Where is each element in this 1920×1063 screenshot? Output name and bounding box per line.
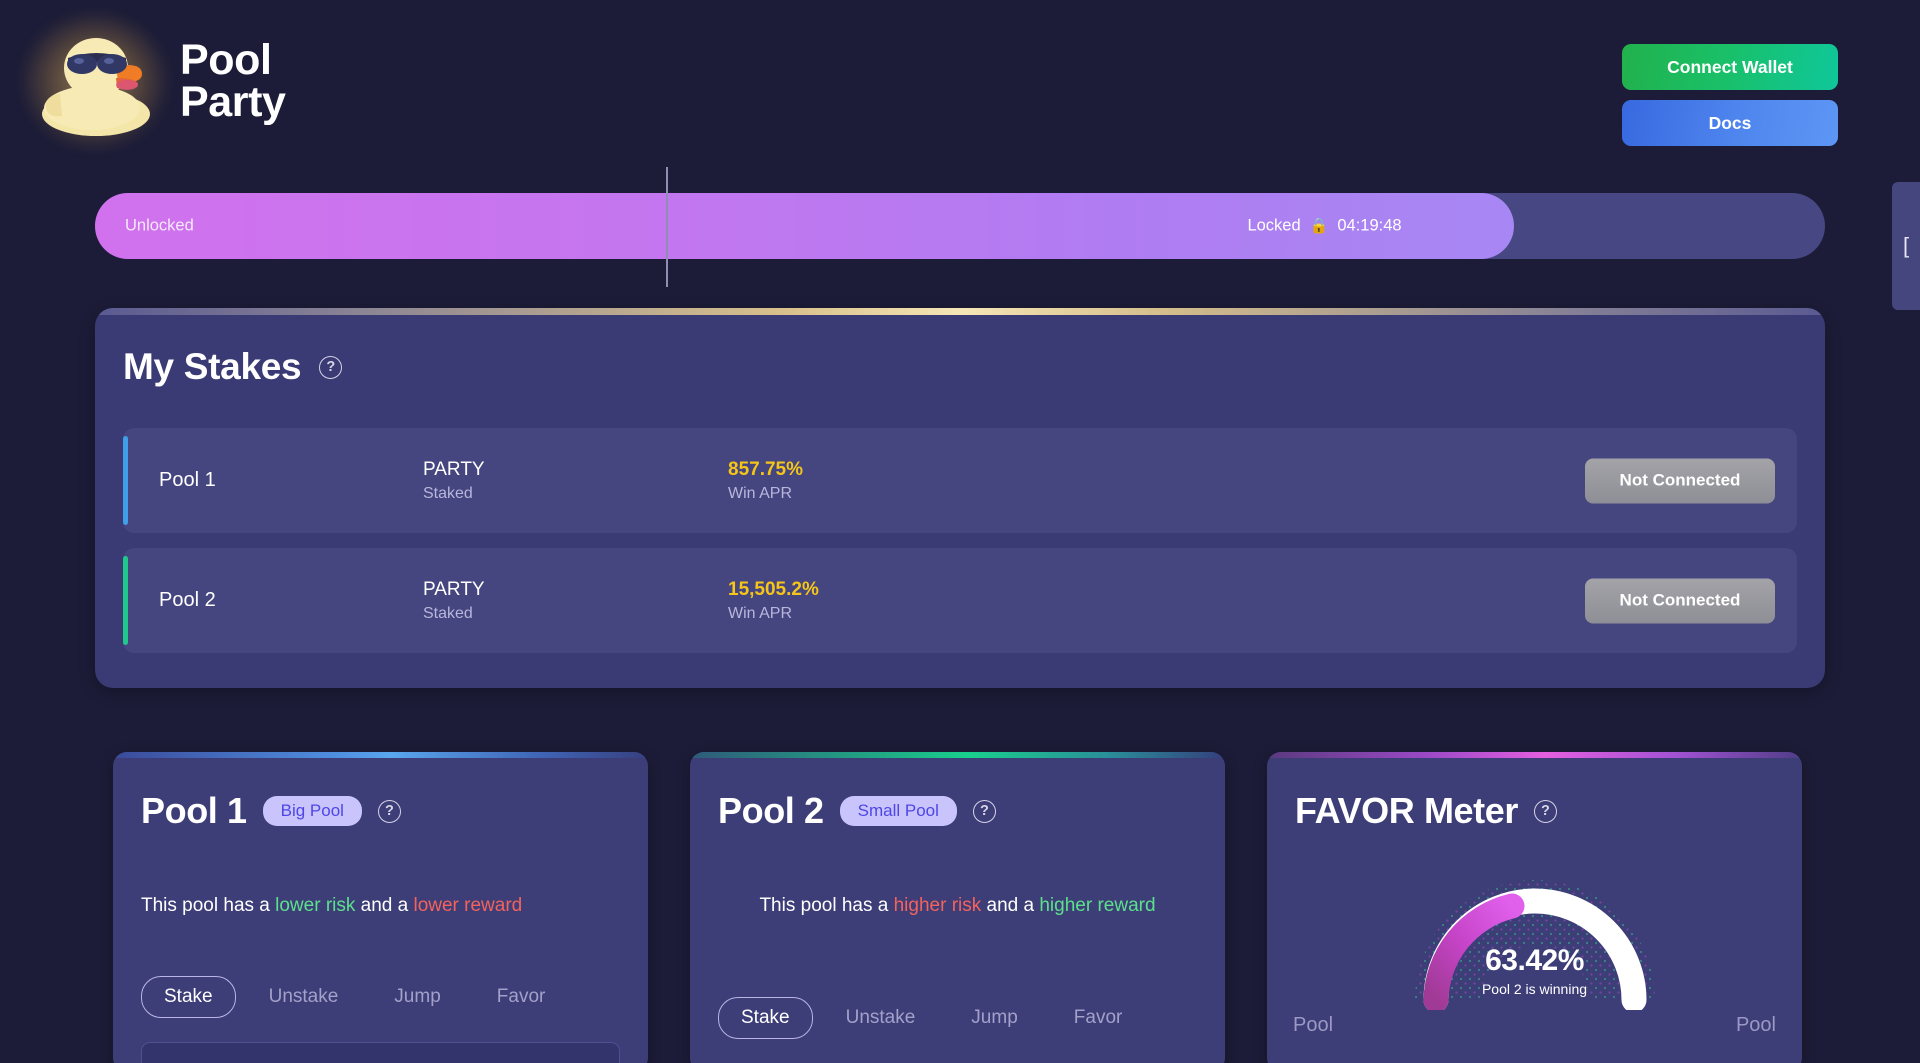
stake-token-symbol: PARTY	[423, 458, 485, 480]
header-actions: Connect Wallet Docs	[1622, 44, 1838, 146]
stake-apr-label: Win APR	[728, 604, 793, 622]
stake-token-label: Staked	[423, 484, 473, 502]
tab-favor[interactable]: Favor	[1051, 997, 1146, 1039]
favor-status-text: Pool 2 is winning	[1481, 981, 1588, 997]
table-row: Pool 2 PARTY Staked 15,505.2% Win APR Not Con…	[123, 548, 1797, 653]
pool-1-size-badge[interactable]: Big Pool	[262, 796, 362, 826]
pool-cards-row: Pool 1 Big Pool ? This pool has a lower …	[113, 752, 1802, 1063]
card-accent-strip	[690, 752, 1225, 758]
tab-unstake[interactable]: Unstake	[246, 976, 362, 1018]
docs-button[interactable]: Docs	[1622, 100, 1838, 146]
table-row: Pool 1 PARTY Staked 857.75% Win APR Not Conne…	[123, 428, 1797, 533]
stake-row-apr: 15,505.2% Win APR	[728, 579, 1033, 623]
favor-gauge-readout: 63.42% Pool 2 is winning	[1415, 944, 1655, 997]
stake-token-symbol: PARTY	[423, 578, 485, 600]
pool-1-card: Pool 1 Big Pool ? This pool has a lower …	[113, 752, 648, 1063]
brand-line-1: Pool	[180, 35, 272, 84]
countdown-timer: 04:19:48	[1337, 216, 1402, 235]
lock-bar-fill: Unlocked Locked 🔒 04:19:48	[95, 193, 1514, 259]
favor-meter-header: FAVOR Meter ?	[1295, 790, 1557, 832]
favor-label-right: Pool	[1735, 1014, 1776, 1036]
row-accent-bar	[123, 436, 128, 525]
pool-2-title: Pool 2	[718, 790, 824, 831]
lock-icon: 🔒	[1309, 217, 1329, 235]
panel-accent-strip	[95, 308, 1825, 315]
pool-2-description: This pool has a higher risk and a higher…	[718, 894, 1197, 918]
stake-apr-label: Win APR	[728, 484, 793, 502]
stake-row-token: PARTY Staked	[423, 459, 728, 503]
question-mark-circle-icon[interactable]: ?	[972, 799, 996, 823]
desc-risk: lower risk	[275, 895, 356, 916]
favor-percent-value: 63.42%	[1485, 944, 1584, 977]
desc-mid: and a	[981, 895, 1040, 916]
desc-reward: higher reward	[1039, 895, 1156, 916]
favor-meter-title: FAVOR Meter	[1295, 790, 1518, 831]
lock-bar-track: Unlocked Locked 🔒 04:19:48	[95, 193, 1825, 259]
desc-reward: lower reward	[413, 895, 523, 916]
card-accent-strip	[113, 752, 648, 758]
pool-1-title: Pool 1	[141, 790, 247, 831]
app-root: Pool Party Connect Wallet Docs Unlocked …	[0, 0, 1920, 1063]
stake-apr-value: 857.75%	[728, 458, 804, 480]
lock-progress-bar[interactable]: Unlocked Locked 🔒 04:19:48	[95, 167, 1825, 287]
tab-jump[interactable]: Jump	[948, 997, 1040, 1039]
drawer-chevron-icon: [	[1902, 233, 1910, 258]
tab-stake[interactable]: Stake	[718, 997, 813, 1039]
desc-prefix: This pool has a	[141, 895, 276, 916]
tab-unstake[interactable]: Unstake	[823, 997, 939, 1039]
logo-brand[interactable]: Pool Party	[26, 18, 286, 144]
stakes-list: Pool 1 PARTY Staked 857.75% Win APR Not Conne…	[123, 428, 1797, 653]
card-accent-strip	[1267, 752, 1802, 758]
pool-2-tabs: Stake Unstake Jump Favor	[718, 997, 1145, 1039]
stake-apr-value: 15,505.2%	[728, 578, 819, 600]
pool-2-card: Pool 2 Small Pool ? This pool has a high…	[690, 752, 1225, 1063]
question-mark-circle-icon[interactable]: ?	[1533, 799, 1557, 823]
brand-line-2: Party	[180, 78, 286, 126]
pool-1-header: Pool 1 Big Pool ?	[141, 790, 401, 832]
tab-favor[interactable]: Favor	[474, 976, 569, 1018]
brand-wordmark: Pool Party	[180, 35, 286, 126]
unlocked-label: Unlocked	[125, 216, 194, 235]
stake-row-apr: 857.75% Win APR	[728, 459, 1033, 503]
row-accent-bar	[123, 556, 128, 645]
question-mark-circle-icon[interactable]: ?	[319, 355, 343, 379]
side-drawer-handle[interactable]: [	[1892, 182, 1920, 310]
stake-row-action-button[interactable]: Not Connected	[1585, 458, 1775, 503]
stake-row-action-button[interactable]: Not Connected	[1585, 578, 1775, 623]
stake-row-token: PARTY Staked	[423, 579, 728, 623]
pool-2-header: Pool 2 Small Pool ?	[718, 790, 996, 832]
tab-stake[interactable]: Stake	[141, 976, 236, 1018]
pool-1-tabs: Stake Unstake Jump Favor	[141, 976, 568, 1018]
stake-token-label: Staked	[423, 604, 473, 622]
favor-gauge-axis-labels: Pool Pool	[1293, 1014, 1776, 1037]
rubber-duck-sunglasses-icon	[26, 18, 164, 144]
favor-gauge: 63.42% Pool 2 is winning	[1396, 860, 1674, 1013]
stake-row-pool-name: Pool 1	[159, 469, 216, 491]
lock-bar-marker	[665, 167, 668, 287]
app-header: Pool Party Connect Wallet Docs	[0, 0, 1920, 180]
connect-wallet-button[interactable]: Connect Wallet	[1622, 44, 1838, 90]
locked-status: Locked 🔒 04:19:48	[1247, 217, 1401, 236]
favor-label-left: Pool	[1293, 1014, 1334, 1036]
desc-prefix: This pool has a	[759, 895, 894, 916]
pool-1-amount-input[interactable]	[141, 1042, 620, 1063]
tab-jump[interactable]: Jump	[371, 976, 463, 1018]
pool-2-size-badge[interactable]: Small Pool	[839, 796, 957, 826]
desc-risk: higher risk	[893, 895, 982, 916]
my-stakes-header: My Stakes ?	[123, 346, 343, 388]
stake-row-pool-name: Pool 2	[159, 589, 216, 611]
favor-meter-card: FAVOR Meter ? 63.42% Pool 2 is winning P…	[1267, 752, 1802, 1063]
my-stakes-panel: My Stakes ? Pool 1 PARTY Staked 857.75% Win …	[95, 308, 1825, 688]
locked-label: Locked	[1247, 216, 1301, 235]
pool-1-description: This pool has a lower risk and a lower r…	[141, 894, 620, 918]
page-title: My Stakes	[123, 346, 302, 387]
desc-mid: and a	[355, 895, 414, 916]
question-mark-circle-icon[interactable]: ?	[377, 799, 401, 823]
